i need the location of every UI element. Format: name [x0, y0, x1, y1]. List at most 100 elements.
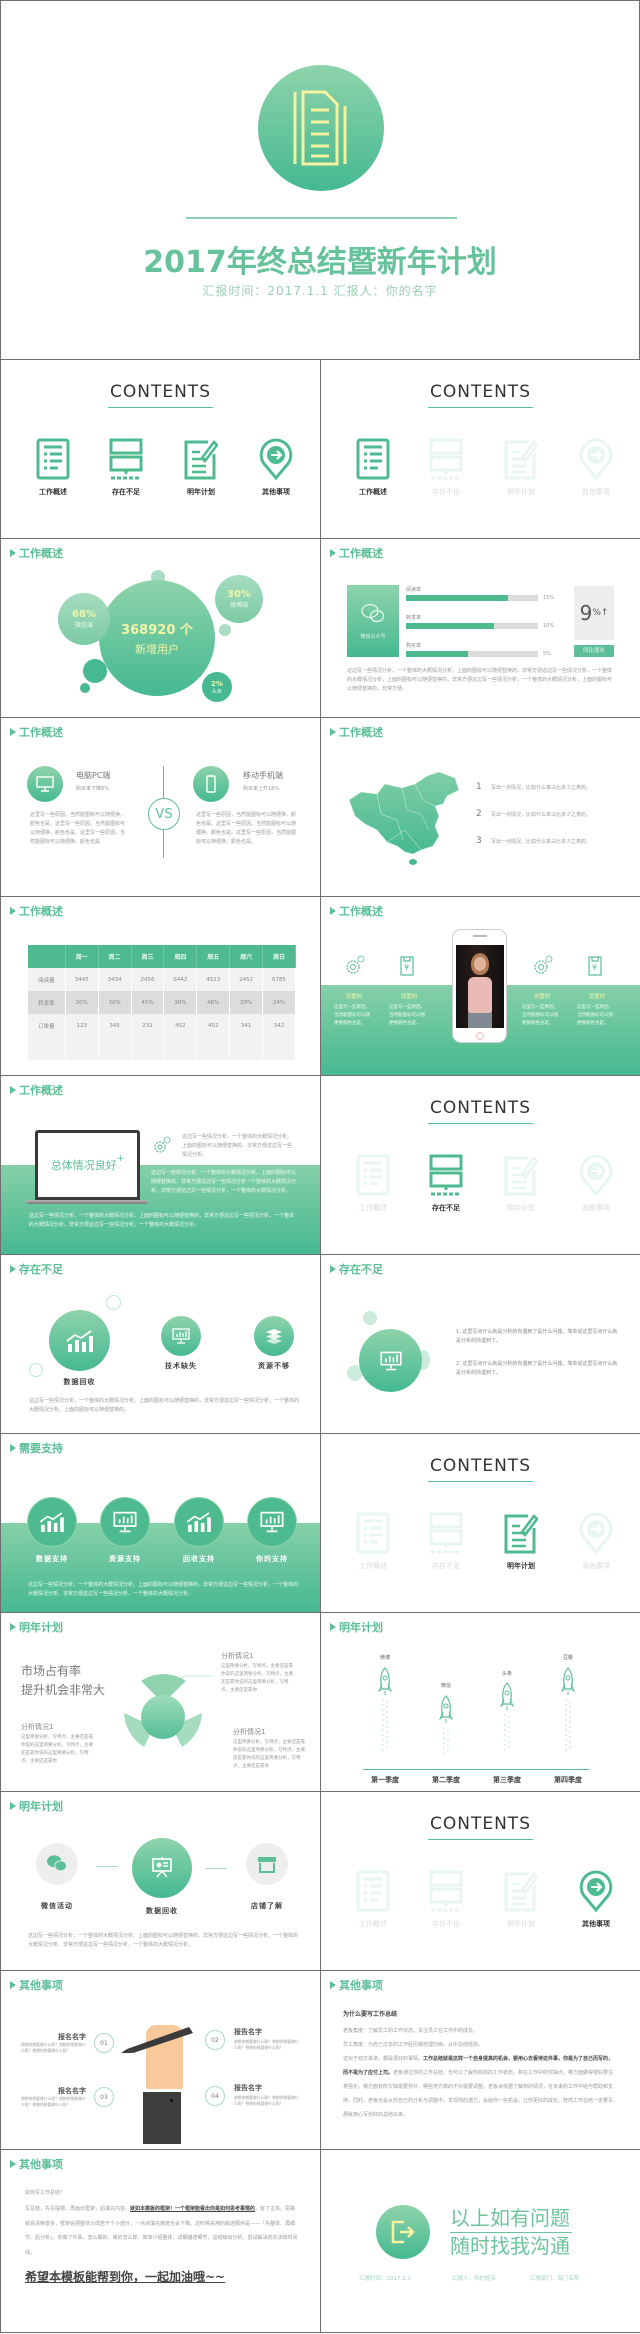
contents-item[interactable]: 明年计划	[496, 1512, 546, 1571]
bar-track	[406, 651, 538, 657]
exit-icon	[376, 2205, 430, 2259]
analysis-paragraph: 这边写一些情况分析，一个整体的大概情况分析，上面的图标可以随便替换的，非常方便这…	[347, 668, 613, 692]
contents-item[interactable]: 存在不足	[421, 1154, 471, 1213]
section-heading: 工作概述	[330, 545, 383, 561]
mobile-subtitle: 购买率上升18%	[243, 786, 280, 792]
table-cell: 39%	[229, 991, 264, 1014]
contents-item[interactable]: 存在不足	[101, 438, 151, 497]
overview-bars-slide[interactable]: 工作概述 微信公众号 阅读率 15% 转发率 10% 购买率 5% 9 %↑ 同比增长 这边…	[320, 538, 640, 718]
table-cell: 24%	[262, 991, 296, 1014]
phone-photo	[456, 945, 504, 1028]
rocket-label: 微博	[379, 1655, 390, 1661]
contents-slide[interactable]: CONTENTS 工作概述 存在不足 明年计划 其他事项	[320, 1075, 640, 1255]
contents-slide[interactable]: CONTENTS 工作概述 存在不足 明年计划 其他事项	[320, 1791, 640, 1971]
contents-item[interactable]: 明年计划	[176, 438, 226, 497]
document-icon	[258, 65, 384, 191]
monitor-icon	[27, 766, 63, 802]
other-how-slide[interactable]: 其他事项 如何写工作总结？ 写总结，先写提纲，再画出框架，后填充内容。就如本模板…	[0, 2149, 321, 2333]
overview-vs-slide[interactable]: 工作概述 电脑PC端 购买率下降8% 这里写一些原因，当然能图标可以随便换，颜色…	[0, 717, 321, 897]
overview-phone-slide[interactable]: 工作概述 设置的 这里写一些原因，当然能图标可以随便换颜色也是。 ¥ 设置的 这里写一些…	[320, 896, 640, 1076]
table-cell: 3434	[98, 968, 132, 991]
table-cell: 30%	[98, 991, 132, 1014]
table-header-cell: 周五	[196, 945, 231, 968]
photo-shirt	[468, 977, 492, 1013]
contents-item[interactable]: 存在不足	[421, 1870, 471, 1929]
other-items-slide[interactable]: 其他事项 01 报名名字 想想你想要做什么呢？想想你想要做什么呢？想想你想要做什么呢…	[0, 1970, 321, 2150]
overview-table-slide[interactable]: 工作概述 周一 周二 周三 周四 周五 周六 周日 阅读量 3445 3434 2456 6442 45…	[0, 896, 321, 1076]
shortcomings-slide-1[interactable]: 存在不足 数据回收 技术缺失 资源不够 这边写一些情况分析，一个整体的大概情况分…	[0, 1254, 321, 1434]
list-number: 2	[476, 809, 482, 819]
edit-document-icon	[176, 438, 226, 484]
number-badge: 02	[205, 2030, 225, 2050]
section-heading: 存在不足	[330, 1261, 383, 1277]
ending-slide[interactable]: 以上如有问题 随时找我沟通 汇报时间：2017.1.1 汇报人：你的姓名 汇报部…	[320, 2149, 640, 2333]
contents-slide[interactable]: CONTENTS 工作概述 存在不足 明年计划 其他事项	[320, 1433, 640, 1613]
overview-bubbles-slide[interactable]: 工作概述 368920 个 新增用户 68% 微信端 30% 微博端 2% 头条	[0, 538, 321, 718]
contents-item[interactable]: 工作概述	[28, 438, 78, 497]
weibo-bubble: 30% 微博端	[215, 575, 263, 623]
table-cell: 6785	[262, 968, 296, 991]
feature-text: 这里写一些原因，当然能图标可以随便换颜色也是。	[334, 1005, 370, 1026]
contents-item[interactable]: 明年计划	[496, 1154, 546, 1213]
table-cell: 231	[131, 1014, 165, 1037]
contents-item[interactable]: 其他事项	[571, 1154, 621, 1213]
laptop-screen: 总体情况良好 +	[35, 1130, 140, 1200]
plan-rockets-slide[interactable]: 明年计划 微博 第一季度 微信 第二季度 头条 第三季度 豆瓣 第四季度	[320, 1612, 640, 1792]
overview-map-slide[interactable]: 工作概述 1 写出一点情况，比如什么率占比多少之类的。 2 写出一点情况，比如什么率占…	[320, 717, 640, 897]
plan-flow-slide[interactable]: 明年计划 微信活动 数据回收 店铺了解 这边写一些情况分析，一个整体的大概情况分…	[0, 1791, 321, 1971]
table-cell: 46%	[196, 991, 231, 1014]
contents-item[interactable]: 明年计划	[496, 438, 546, 497]
contents-item[interactable]: 工作概述	[348, 438, 398, 497]
rocket-label: 微信	[440, 1683, 451, 1689]
contents-item[interactable]: 工作概述	[348, 1154, 398, 1213]
section-heading: 工作概述	[10, 903, 63, 919]
ending-line-2: 随时找我沟通	[450, 2234, 570, 2258]
headline-line-1: 市场占有率	[21, 1664, 82, 1678]
para-rest: ，有了主体，思路就会清晰很多，框架会把整体分成若干个小部分，一点点填充难度也会下…	[25, 2206, 298, 2256]
laptop-paragraph-1: 这边写一些情况分析，一个整体的大概情况分析。上面的图标可以随便替换的，非常方便这…	[182, 1134, 293, 1158]
item-desc: 想想你想要做什么呢？想想你想要做什么呢？想想你想要做什么呢？	[234, 2039, 299, 2050]
item-desc: 想想你想要做什么呢？想想你想要做什么呢？想想你想要做什么呢？	[234, 2095, 299, 2106]
table-row: 阅读量 3445 3434 2456 6442 4523 2452 6785	[28, 968, 296, 991]
list-text: 写出一点情况，比如什么率占比多少之类的。	[491, 812, 592, 818]
plan-market-slide[interactable]: 明年计划 市场占有率 提升机会非常大 分析情况1 这里简要分析，写特点，主要还是…	[0, 1612, 321, 1792]
paragraph: 这边写一些情况分析，一个整体的大概情况分析。上面的图标可以随便替换的，非常方便这…	[29, 1398, 300, 1413]
yoy-growth-button[interactable]: 同比增长	[574, 645, 614, 657]
rocket-icon	[438, 1695, 454, 1757]
wechat-bubble: 68% 微信端	[58, 593, 110, 645]
table-cell: 30%	[163, 991, 198, 1014]
overview-laptop-slide[interactable]: 工作概述 总体情况良好 + 这边写一些情况分析，一个整体的大概情况分析。上面的图标…	[0, 1075, 321, 1255]
contents-item-label: 其他事项	[582, 1920, 610, 1928]
phone-mockup	[452, 929, 507, 1043]
shortcomings-slide-2[interactable]: 存在不足 1. 这里写点什么就是分析的你遇到了是什么问题，简单说这里写点什么就是…	[320, 1254, 640, 1434]
monitor-chart-icon	[359, 1329, 422, 1392]
title-underline	[428, 1839, 533, 1840]
section-heading: 需要支持	[10, 1440, 63, 1456]
document-list-icon	[348, 438, 398, 484]
contents-slide[interactable]: CONTENTS 工作概述 存在不足 明年计划 其他事项	[0, 359, 321, 539]
rocket-icon	[377, 1667, 393, 1757]
contents-item[interactable]: 其他事项	[571, 438, 621, 497]
headline-line-2: 提升机会非常大	[21, 1683, 106, 1697]
contents-item[interactable]: 工作概述	[348, 1870, 398, 1929]
table-header-cell: 周三	[131, 945, 165, 968]
feature-label: 设置的	[588, 994, 606, 1000]
contents-item[interactable]: 工作概述	[348, 1512, 398, 1571]
contents-item-label: 存在不足	[432, 1562, 460, 1570]
contents-item[interactable]: 其他事项	[571, 1870, 621, 1929]
document-list-icon	[348, 1512, 398, 1558]
contents-item[interactable]: 存在不足	[421, 1512, 471, 1571]
contents-item[interactable]: 其他事项	[251, 438, 301, 497]
monitor-chart-icon	[247, 1497, 297, 1547]
other-why-slide[interactable]: 其他事项 为什么要写工作总结 老板角度：了解员工的工作状态，关注员工在工作中的成…	[320, 1970, 640, 2150]
table-row: 转发率 20% 30% 45% 30% 46% 39% 24%	[28, 991, 296, 1014]
item-name: 报告名字	[234, 2028, 262, 2036]
cover-slide[interactable]: 2017年终总结暨新年计划 汇报时间：2017.1.1 汇报人：你的名字	[0, 0, 640, 360]
contents-item[interactable]: 其他事项	[571, 1512, 621, 1571]
support-slide[interactable]: 需要支持 数据支持 资源支持 回收支持 你的支持 这边写一些情况分析，一个整体的大概情…	[0, 1433, 321, 1613]
contents-slide[interactable]: CONTENTS 工作概述 存在不足 明年计划 其他事项	[320, 359, 640, 539]
contents-item[interactable]: 存在不足	[421, 438, 471, 497]
contents-item[interactable]: 明年计划	[496, 1870, 546, 1929]
wechat-official-box: 微信公众号	[347, 585, 399, 657]
server-rows-icon	[101, 438, 151, 484]
